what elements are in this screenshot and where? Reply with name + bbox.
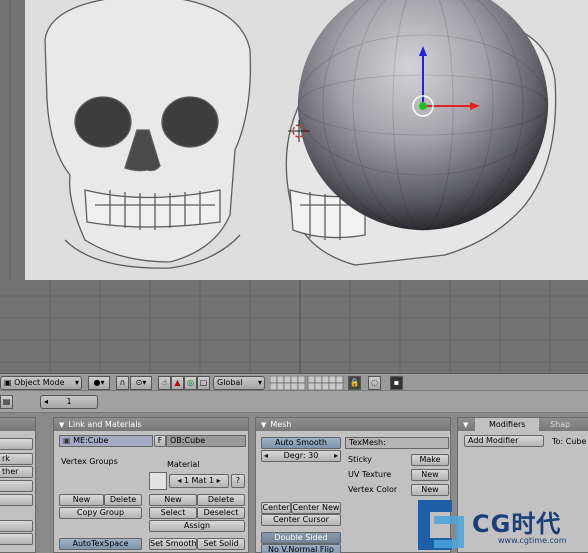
chevron-left-icon: ◂ <box>264 451 269 460</box>
sphere-object[interactable] <box>298 0 558 240</box>
chevron-down-icon: ▾ <box>74 378 79 387</box>
vertex-groups-label: Vertex Groups <box>61 457 118 466</box>
material-delete-button[interactable]: Delete <box>197 494 245 506</box>
set-smooth-button[interactable]: Set Smooth <box>149 538 197 550</box>
texmesh-field[interactable]: TexMesh: <box>345 437 449 449</box>
panel-tabs: ▼ Modifiers Shap <box>458 418 588 431</box>
magnet-icon[interactable]: ∩ <box>116 376 129 390</box>
center-new-button[interactable]: Center New <box>291 502 341 514</box>
watermark: CG时代 www.cgtime.com <box>412 496 588 553</box>
vertex-group-delete-button[interactable]: Delete <box>104 494 142 506</box>
sticky-make-button[interactable]: Make <box>411 454 449 466</box>
collapse-triangle-icon[interactable]: ▼ <box>261 419 266 432</box>
panel-title[interactable]: ▼ Link and Materials <box>54 418 248 431</box>
cutoff-button-4[interactable] <box>0 480 33 492</box>
uv-texture-label: UV Texture <box>348 470 392 479</box>
uv-texture-new-button[interactable]: New <box>411 469 449 481</box>
vertex-color-label: Vertex Color <box>348 485 398 494</box>
lock-icon[interactable]: 🔒 <box>348 376 361 390</box>
layer-buttons[interactable] <box>270 376 348 390</box>
frame-field[interactable]: ◂ 1 <box>40 395 98 409</box>
vertex-color-new-button[interactable]: New <box>411 484 449 496</box>
3d-viewport[interactable] <box>0 0 588 373</box>
scale-icon[interactable]: ▢ <box>197 376 210 390</box>
cutoff-button-3[interactable]: ther <box>0 466 33 478</box>
object-name-field[interactable]: OB:Cube <box>166 435 246 447</box>
link-materials-panel: ▼ Link and Materials ▣ ME:Cube F OB:Cube … <box>53 417 249 553</box>
material-new-button[interactable]: New <box>149 494 197 506</box>
cutoff-button-1[interactable] <box>0 438 33 450</box>
window-type-icon[interactable]: ▤ <box>0 395 13 409</box>
collapse-triangle-icon[interactable]: ▼ <box>463 419 468 432</box>
material-help-button[interactable]: ? <box>231 474 245 488</box>
image-icon[interactable]: ▪ <box>390 376 403 390</box>
render-icon[interactable]: ◌ <box>368 376 381 390</box>
autotexspace-toggle[interactable]: AutoTexSpace <box>59 538 142 550</box>
chevron-left-icon: ◂ <box>44 397 49 406</box>
orientation-select[interactable]: Global ▾ <box>213 376 265 390</box>
panel-title <box>0 418 35 431</box>
material-deselect-button[interactable]: Deselect <box>197 507 245 519</box>
watermark-brand: CG时代 <box>472 510 562 538</box>
collapse-triangle-icon[interactable]: ▼ <box>59 419 64 432</box>
modifier-target-label: To: Cube <box>552 437 587 446</box>
tab-modifiers[interactable]: Modifiers <box>474 418 540 431</box>
cgtime-logo-icon <box>418 500 464 550</box>
material-assign-button[interactable]: Assign <box>149 520 245 532</box>
set-solid-button[interactable]: Set Solid <box>197 538 245 550</box>
chevron-right-icon: ▸ <box>214 476 221 485</box>
add-modifier-button[interactable]: Add Modifier <box>464 435 544 447</box>
double-sided-toggle[interactable]: Double Sided <box>261 532 341 544</box>
cutoff-button-7[interactable] <box>0 533 33 545</box>
center-button[interactable]: Center <box>261 502 291 514</box>
mode-select[interactable]: ▣ Object Mode ▾ <box>0 376 82 390</box>
viewport-header: ▣ Object Mode ▾ ●▾ ∩ ⊙▾ ☝ ▲ ◎ ▢ Global ▾… <box>0 373 588 391</box>
mode-icon: ▣ <box>4 378 12 387</box>
vertex-group-new-button[interactable]: New <box>59 494 104 506</box>
no-vnormal-flip-toggle[interactable]: No V.Normal Flip <box>261 544 341 553</box>
center-cursor-button[interactable]: Center Cursor <box>261 514 341 526</box>
pivot-icon[interactable]: ⊙▾ <box>130 376 152 390</box>
chevron-right-icon: ▸ <box>333 451 338 460</box>
material-label: Material <box>167 460 200 469</box>
chevron-down-icon: ▾ <box>257 378 262 387</box>
hand-icon[interactable]: ☝ <box>158 376 171 390</box>
cutoff-button-5[interactable] <box>0 494 33 506</box>
watermark-url: www.cgtime.com <box>498 536 567 545</box>
copy-group-button[interactable]: Copy Group <box>59 507 142 519</box>
draw-type-icon[interactable]: ●▾ <box>88 376 110 390</box>
mesh-name-field[interactable]: ▣ ME:Cube <box>59 435 153 447</box>
degree-field[interactable]: ◂ Degr: 30 ▸ <box>261 450 341 462</box>
rotate-icon[interactable]: ◎ <box>184 376 197 390</box>
cutoff-button-2[interactable]: rk <box>0 453 33 465</box>
material-slot-field[interactable]: ◂ 1 Mat 1 ▸ <box>169 474 229 488</box>
tab-shapes[interactable]: Shap <box>542 418 570 431</box>
3d-cursor-icon <box>288 120 310 142</box>
translate-icon[interactable]: ▲ <box>171 376 184 390</box>
fake-user-button[interactable]: F <box>154 435 166 447</box>
material-color-swatch[interactable] <box>149 472 167 490</box>
buttons-window-header: ▤ ◂ 1 <box>0 391 588 413</box>
cutoff-panel: rk ther <box>0 417 36 553</box>
cutoff-button-6[interactable] <box>0 520 33 532</box>
auto-smooth-toggle[interactable]: Auto Smooth <box>261 437 341 449</box>
sticky-label: Sticky <box>348 455 372 464</box>
material-select-button[interactable]: Select <box>149 507 197 519</box>
panel-title[interactable]: ▼ Mesh <box>256 418 450 431</box>
